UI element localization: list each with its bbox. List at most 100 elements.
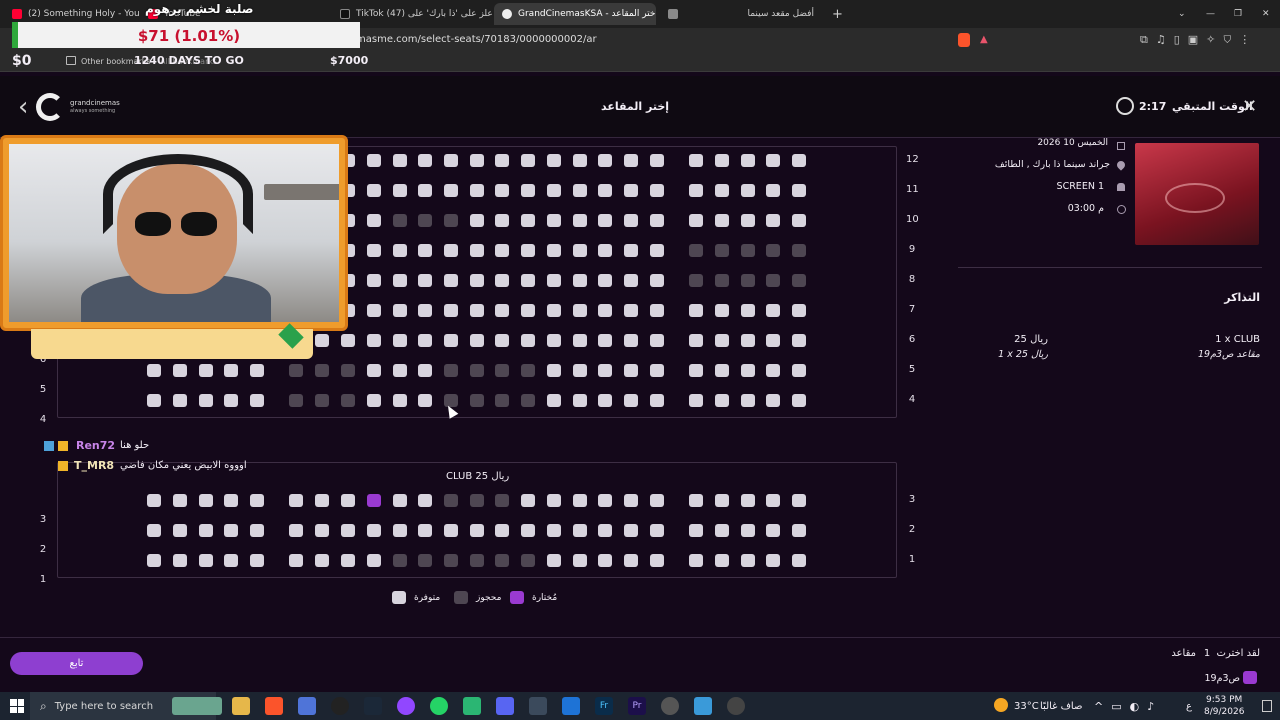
seat[interactable] [766, 334, 780, 347]
seat[interactable] [766, 364, 780, 377]
seat[interactable] [792, 364, 806, 377]
seat[interactable] [547, 364, 561, 377]
seat[interactable] [650, 524, 664, 537]
seat[interactable] [624, 274, 638, 287]
seat[interactable] [766, 214, 780, 227]
seat[interactable] [224, 554, 238, 567]
seat[interactable] [741, 554, 755, 567]
seat[interactable] [741, 334, 755, 347]
seat[interactable] [741, 214, 755, 227]
seat[interactable] [792, 524, 806, 537]
seat[interactable] [792, 334, 806, 347]
clock-date[interactable]: 8/9/2026 [1204, 707, 1244, 717]
seat[interactable] [766, 494, 780, 507]
seat[interactable] [495, 524, 509, 537]
seat[interactable] [393, 494, 407, 507]
seat[interactable] [689, 304, 703, 317]
seat[interactable] [341, 554, 355, 567]
seat[interactable] [715, 364, 729, 377]
seat[interactable] [624, 334, 638, 347]
url-field[interactable]: masme.com/select-seats/70183/0000000002/… [356, 32, 950, 48]
seat[interactable] [650, 214, 664, 227]
seat[interactable] [444, 334, 458, 347]
seat[interactable] [689, 334, 703, 347]
seat[interactable] [367, 154, 381, 167]
seat[interactable] [315, 494, 329, 507]
seat[interactable] [715, 494, 729, 507]
seat[interactable] [495, 304, 509, 317]
seat[interactable] [418, 274, 432, 287]
seat[interactable] [521, 334, 535, 347]
seat[interactable] [393, 154, 407, 167]
seat[interactable] [418, 364, 432, 377]
seat[interactable] [367, 494, 381, 507]
seat[interactable] [147, 524, 161, 537]
seat[interactable] [418, 394, 432, 407]
seat[interactable] [495, 154, 509, 167]
seat[interactable] [766, 554, 780, 567]
seat[interactable] [147, 364, 161, 377]
seat[interactable] [470, 154, 484, 167]
seat[interactable] [598, 334, 612, 347]
seat[interactable] [624, 364, 638, 377]
seat[interactable] [689, 494, 703, 507]
rewards-icon[interactable]: ▲ [980, 34, 992, 46]
seat[interactable] [547, 304, 561, 317]
app-icon[interactable] [463, 697, 481, 715]
seat[interactable] [547, 394, 561, 407]
seat[interactable] [547, 154, 561, 167]
seat[interactable] [547, 244, 561, 257]
seat[interactable] [650, 394, 664, 407]
seat[interactable] [250, 554, 264, 567]
seat[interactable] [741, 184, 755, 197]
seat[interactable] [741, 524, 755, 537]
seat[interactable] [547, 214, 561, 227]
input-language[interactable]: ع [1186, 701, 1192, 712]
brave-icon[interactable] [265, 697, 283, 715]
seat[interactable] [766, 394, 780, 407]
seat[interactable] [689, 154, 703, 167]
seat[interactable] [224, 524, 238, 537]
seat[interactable] [598, 554, 612, 567]
seat[interactable] [715, 554, 729, 567]
seat[interactable] [199, 364, 213, 377]
seat[interactable] [367, 214, 381, 227]
seat[interactable] [444, 304, 458, 317]
seat[interactable] [444, 244, 458, 257]
seat[interactable] [547, 494, 561, 507]
seat[interactable] [624, 394, 638, 407]
seat[interactable] [715, 304, 729, 317]
seat[interactable] [715, 184, 729, 197]
seat[interactable] [418, 304, 432, 317]
seat[interactable] [521, 304, 535, 317]
seat[interactable] [341, 334, 355, 347]
seat[interactable] [521, 524, 535, 537]
close-icon[interactable]: ✕ [1242, 96, 1257, 117]
seat[interactable] [470, 304, 484, 317]
seat[interactable] [573, 554, 587, 567]
seat[interactable] [598, 524, 612, 537]
seat[interactable] [650, 244, 664, 257]
seat[interactable] [393, 524, 407, 537]
seat[interactable] [521, 274, 535, 287]
seat[interactable] [444, 154, 458, 167]
seat[interactable] [598, 364, 612, 377]
seat[interactable] [173, 524, 187, 537]
seat[interactable] [495, 214, 509, 227]
seat[interactable] [315, 524, 329, 537]
seat[interactable] [444, 184, 458, 197]
seat[interactable] [367, 554, 381, 567]
seat[interactable] [715, 524, 729, 537]
clock-time[interactable]: 9:53 PM [1206, 695, 1242, 705]
seat[interactable] [418, 334, 432, 347]
seat[interactable] [367, 524, 381, 537]
seat[interactable] [598, 304, 612, 317]
tab-grandcinemas[interactable]: GrandCinemasKSA - إختر المقاعد ✕ [494, 3, 656, 25]
whatsapp-icon[interactable] [430, 697, 448, 715]
seat[interactable] [173, 364, 187, 377]
seat[interactable] [650, 334, 664, 347]
seat[interactable] [766, 184, 780, 197]
seat[interactable] [289, 524, 303, 537]
seat[interactable] [689, 394, 703, 407]
seat[interactable] [444, 524, 458, 537]
